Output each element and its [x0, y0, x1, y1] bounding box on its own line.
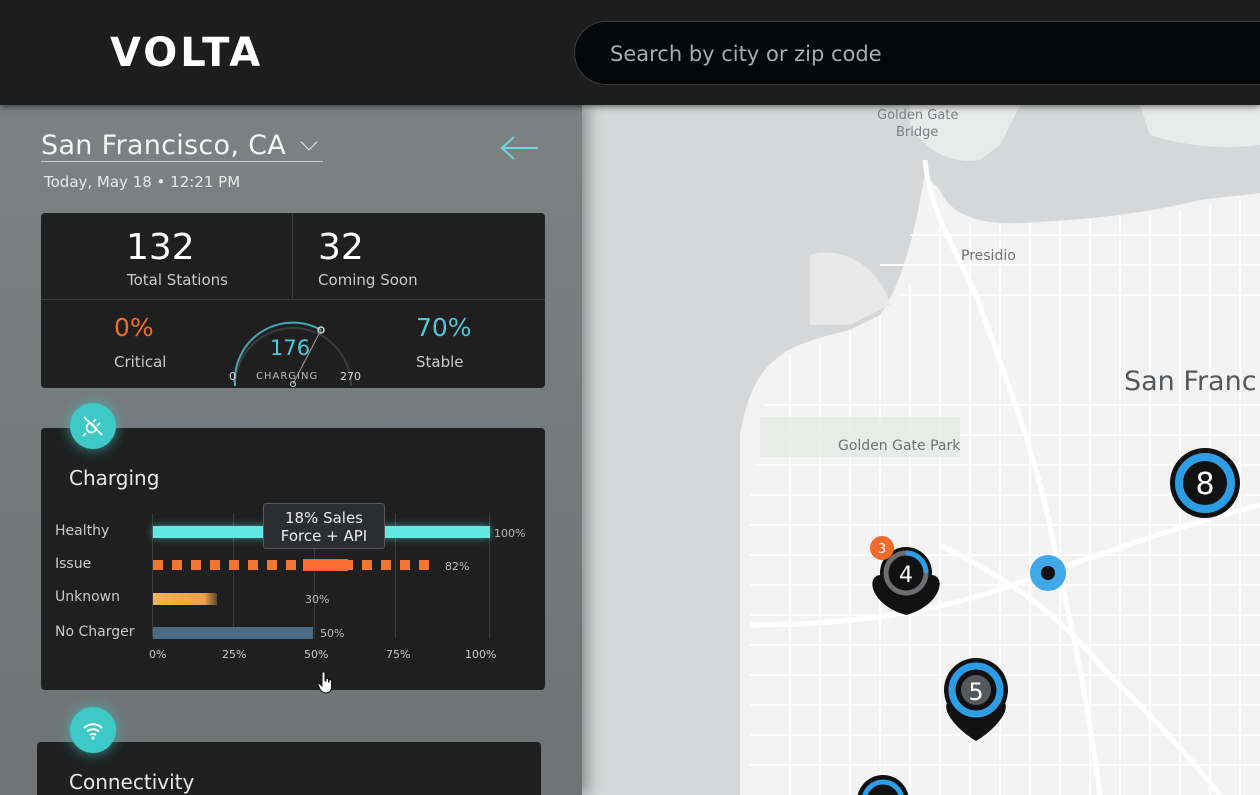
- row-label-issue: Issue: [55, 556, 92, 572]
- charging-badge: [70, 403, 116, 449]
- hand-cursor-icon: [317, 671, 332, 694]
- bar-issue-segment[interactable]: [286, 560, 296, 570]
- bar-issue-segment[interactable]: [267, 560, 277, 570]
- chevron-down-icon: [300, 133, 318, 151]
- gauge-label: CHARGING: [256, 371, 319, 382]
- row-label-no-charger: No Charger: [55, 624, 135, 640]
- connectivity-title: Connectivity: [69, 770, 195, 794]
- cluster-8-count: 8: [1195, 467, 1214, 502]
- gauge-min: 0: [229, 370, 236, 383]
- map-label-bridge: Bridge: [896, 125, 938, 140]
- map-label-golden-gate-park: Golden Gate Park: [838, 438, 961, 454]
- tooltip-line-2: Force + API: [280, 527, 368, 545]
- map-label-city: San Franc: [1124, 366, 1257, 397]
- map-cluster-8[interactable]: 8: [1170, 448, 1240, 518]
- bar-issue-segment[interactable]: [210, 560, 220, 570]
- critical-label: Critical: [114, 353, 167, 371]
- map-label-golden-gate: Golden Gate: [877, 108, 958, 123]
- axis-label-0: 0%: [149, 648, 167, 661]
- sidebar-panel: San Francisco, CA Today, May 18 • 12:21 …: [0, 105, 582, 795]
- plug-off-icon: [82, 416, 103, 437]
- total-stations-label: Total Stations: [127, 271, 228, 289]
- axis-label-75: 75%: [386, 648, 411, 661]
- search-bar[interactable]: [574, 21, 1260, 85]
- axis-label-100: 100%: [465, 648, 497, 661]
- coming-soon-value: 32: [318, 227, 364, 268]
- pct-healthy: 100%: [494, 527, 526, 540]
- bar-issue-segment[interactable]: [362, 560, 372, 570]
- top-header: VOLTA: [0, 0, 1260, 105]
- bar-issue-segment[interactable]: [153, 560, 163, 570]
- bar-issue-segment[interactable]: [248, 560, 258, 570]
- axis-label-25: 25%: [222, 648, 247, 661]
- charging-card: Charging Healthy Issue Unknown No Charge…: [41, 428, 545, 694]
- bar-tooltip: 18% Sales Force + API: [263, 503, 385, 549]
- bar-no-charger[interactable]: [153, 627, 313, 639]
- bar-issue-segment[interactable]: [381, 560, 391, 570]
- row-label-healthy: Healthy: [55, 523, 110, 539]
- volta-logo[interactable]: VOLTA: [110, 30, 263, 76]
- stats-divider-horizontal: [41, 299, 545, 300]
- pin-4-count: 4: [899, 563, 913, 588]
- current-location-marker: [1030, 555, 1066, 591]
- row-label-unknown: Unknown: [55, 589, 120, 605]
- location-name: San Francisco, CA: [41, 130, 287, 161]
- pct-issue: 82%: [445, 560, 470, 573]
- axis-label-50: 50%: [304, 648, 329, 661]
- bar-unknown[interactable]: [153, 593, 217, 605]
- gauge-value: 176: [270, 336, 311, 360]
- app-root: Golden Gate Bridge Presidio Golden Gate …: [0, 0, 1260, 795]
- datetime-label: Today, May 18 • 12:21 PM: [44, 173, 241, 191]
- connectivity-badge: [70, 707, 116, 753]
- bar-issue-segment[interactable]: [172, 560, 182, 570]
- connectivity-card: Connectivity: [37, 742, 541, 795]
- bar-issue-segment[interactable]: [229, 560, 239, 570]
- stats-card: 132 Total Stations 32 Coming Soon 0% Cri…: [41, 213, 545, 388]
- bar-issue-segment[interactable]: [400, 560, 410, 570]
- wifi-icon: [83, 723, 103, 740]
- critical-percent: 0%: [114, 313, 154, 342]
- bar-issue-segment[interactable]: [419, 560, 429, 570]
- stable-percent: 70%: [416, 313, 472, 342]
- map-view[interactable]: Golden Gate Bridge Presidio Golden Gate …: [580, 105, 1260, 795]
- pct-no-charger: 50%: [320, 627, 345, 640]
- gauge-max: 270: [340, 370, 361, 383]
- tooltip-line-1: 18% Sales: [284, 509, 364, 527]
- bar-issue-segment[interactable]: [191, 560, 201, 570]
- bar-issue-highlight[interactable]: [303, 559, 348, 571]
- map-canvas[interactable]: Golden Gate Bridge Presidio Golden Gate …: [580, 105, 1260, 795]
- pin-5-count: 5: [968, 678, 983, 706]
- back-arrow-icon[interactable]: [500, 135, 540, 161]
- map-label-presidio: Presidio: [961, 248, 1016, 264]
- stats-divider-vertical: [292, 213, 293, 299]
- pin-4-alert-badge[interactable]: 3: [870, 536, 894, 560]
- total-stations-value: 132: [126, 227, 195, 268]
- stable-label: Stable: [416, 353, 464, 371]
- location-selector[interactable]: San Francisco, CA: [41, 130, 323, 162]
- coming-soon-label: Coming Soon: [318, 271, 418, 289]
- pin-4-alert-count: 3: [878, 542, 886, 557]
- search-input[interactable]: [610, 38, 1210, 70]
- charging-title: Charging: [69, 466, 160, 490]
- pct-unknown: 30%: [305, 593, 330, 606]
